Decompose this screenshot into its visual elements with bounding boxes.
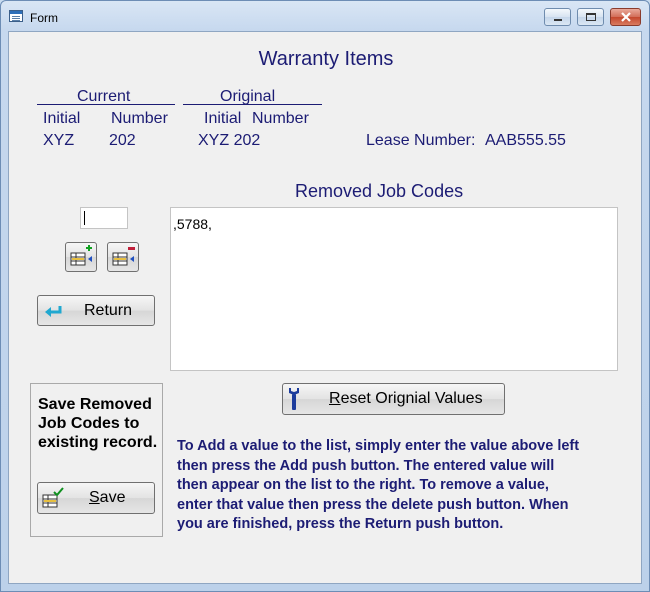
original-value: XYZ 202 xyxy=(198,132,261,149)
removed-job-codes-title: Removed Job Codes xyxy=(295,181,464,201)
save-note-line1: Save Removed xyxy=(38,396,152,413)
maximize-button[interactable] xyxy=(577,8,604,26)
instructions-line: then press the Add push button. The ente… xyxy=(177,457,555,474)
instructions-line: enter that value then press the delete p… xyxy=(177,496,569,513)
save-check-icon xyxy=(42,487,64,508)
close-button[interactable] xyxy=(610,8,641,26)
page-title: Warranty Items xyxy=(258,48,394,70)
text-cursor xyxy=(84,211,85,225)
delete-button[interactable] xyxy=(107,242,139,272)
instructions-text: To Add a value to the list, simply enter… xyxy=(177,437,579,535)
original-number-label: Number xyxy=(252,110,309,127)
delete-row-icon xyxy=(112,247,135,266)
job-code-entry-input[interactable] xyxy=(80,207,128,229)
lease-number-value: AAB555.55 xyxy=(485,132,566,149)
removed-job-codes-list[interactable]: ,5788, xyxy=(170,207,618,371)
save-button-label: Save xyxy=(89,489,126,506)
save-note-line2: Job Codes to xyxy=(38,415,140,432)
original-header-underline xyxy=(183,104,322,105)
current-initial-label: Initial xyxy=(43,110,81,127)
current-header-underline xyxy=(37,104,175,105)
original-initial-label: Initial xyxy=(204,110,242,127)
add-button[interactable] xyxy=(65,242,97,272)
instructions-line: you are finished, press the Return push … xyxy=(177,516,504,532)
maximize-icon xyxy=(586,13,596,21)
title-bar[interactable]: Form xyxy=(1,1,649,31)
form-client-area: Warranty Items Current Initial Number XY… xyxy=(8,31,642,584)
instructions-line: To Add a value to the list, simply enter… xyxy=(177,438,580,454)
form-window-icon xyxy=(9,10,23,22)
return-button[interactable]: Return xyxy=(37,295,155,326)
return-arrow-icon xyxy=(45,306,62,317)
reset-button-label: Reset Orignial Values xyxy=(329,390,483,407)
minimize-icon xyxy=(554,19,562,21)
reset-original-values-button[interactable]: Reset Orignial Values xyxy=(282,383,505,415)
return-button-label: Return xyxy=(84,302,133,319)
close-icon xyxy=(621,12,631,22)
form-window: Form Warranty Items Current Initial Numb… xyxy=(0,0,650,592)
save-button[interactable]: Save xyxy=(37,482,155,514)
current-number-label: Number xyxy=(111,110,168,127)
wrench-icon xyxy=(289,388,299,410)
minimize-button[interactable] xyxy=(544,8,571,26)
removed-job-codes-text: ,5788, xyxy=(173,216,212,232)
current-number-value: 202 xyxy=(109,132,136,149)
add-row-icon xyxy=(70,245,92,266)
instructions-line: then appear on the list to the right. To… xyxy=(177,477,549,493)
window-title: Form xyxy=(30,11,58,25)
save-note-line3: existing record. xyxy=(38,434,158,451)
lease-number-label: Lease Number: xyxy=(366,132,476,149)
current-initial-value: XYZ xyxy=(43,132,75,149)
save-group-box: Save Removed Job Codes to existing recor… xyxy=(30,383,163,537)
